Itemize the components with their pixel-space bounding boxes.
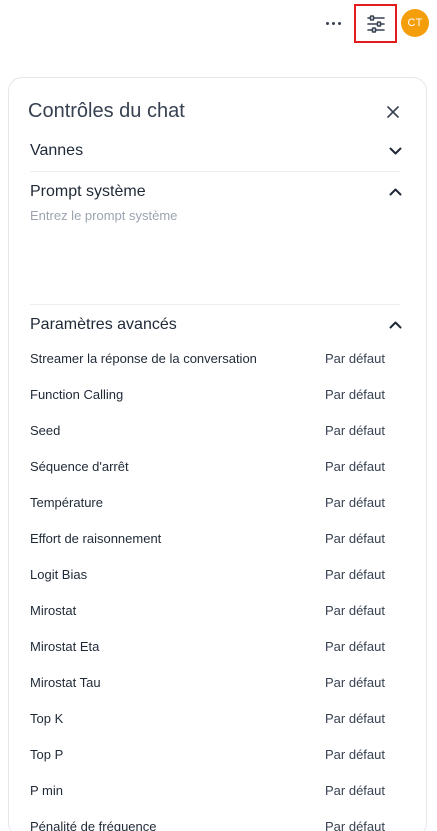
section-advanced-label: Paramètres avancés — [30, 316, 177, 333]
param-row: P min Par défaut — [30, 772, 400, 808]
close-button[interactable] — [383, 102, 403, 122]
sliders-icon — [366, 14, 385, 33]
param-name: Mirostat Tau — [30, 674, 101, 690]
param-value-toggle[interactable]: Par défaut — [325, 603, 385, 618]
param-name: Température — [30, 494, 103, 510]
close-icon — [387, 106, 399, 118]
param-row: Mirostat Tau Par défaut — [30, 664, 400, 700]
section-system-prompt-toggle[interactable]: Prompt système — [30, 180, 402, 204]
chevron-up-icon — [388, 185, 402, 199]
param-row: Mirostat Par défaut — [30, 592, 400, 628]
param-row: Streamer la réponse de la conversation Pa… — [30, 340, 400, 376]
chat-controls-button[interactable] — [354, 4, 397, 43]
user-avatar[interactable]: CT — [401, 9, 429, 37]
divider — [30, 304, 400, 305]
param-row: Effort de raisonnement Par défaut — [30, 520, 400, 556]
chevron-down-icon — [388, 144, 402, 158]
param-row: Température Par défaut — [30, 484, 400, 520]
param-value-toggle[interactable]: Par défaut — [325, 747, 385, 762]
param-name: Top K — [30, 710, 64, 726]
param-value-toggle[interactable]: Par défaut — [325, 531, 385, 546]
param-value-toggle[interactable]: Par défaut — [325, 423, 385, 438]
param-name: Mirostat Eta — [30, 638, 100, 654]
ellipsis-horizontal-icon — [325, 21, 329, 25]
param-row: Mirostat Eta Par défaut — [30, 628, 400, 664]
section-system-prompt-label: Prompt système — [30, 183, 146, 200]
advanced-params-list: Streamer la réponse de la conversation Pa… — [30, 340, 400, 831]
section-vannes-toggle[interactable]: Vannes — [30, 139, 402, 163]
param-name: Seed — [30, 422, 61, 438]
param-name: Séquence d'arrêt — [30, 458, 129, 474]
panel-title: Contrôles du chat — [28, 100, 185, 122]
chevron-up-icon — [388, 318, 402, 332]
param-name: Mirostat — [30, 602, 77, 618]
param-value-toggle[interactable]: Par défaut — [325, 711, 385, 726]
chat-controls-panel: Contrôles du chat Vannes Prompt système … — [8, 77, 427, 831]
param-value-toggle[interactable]: Par défaut — [325, 783, 385, 798]
param-row: Top P Par défaut — [30, 736, 400, 772]
param-name: Function Calling — [30, 386, 124, 402]
param-value-toggle[interactable]: Par défaut — [325, 675, 385, 690]
param-value-toggle[interactable]: Par défaut — [325, 351, 385, 366]
param-name: Logit Bias — [30, 566, 88, 582]
param-row: Seed Par défaut — [30, 412, 400, 448]
more-options-button[interactable] — [322, 12, 344, 34]
section-advanced-toggle[interactable]: Paramètres avancés — [30, 313, 402, 337]
section-vannes-label: Vannes — [30, 142, 84, 159]
param-value-toggle[interactable]: Par défaut — [325, 567, 385, 582]
param-name: P min — [30, 782, 63, 798]
param-name: Streamer la réponse de la conversation — [30, 350, 257, 366]
param-value-toggle[interactable]: Par défaut — [325, 819, 385, 831]
divider — [30, 171, 400, 172]
param-row: Top K Par défaut — [30, 700, 400, 736]
param-value-toggle[interactable]: Par défaut — [325, 459, 385, 474]
param-name: Top P — [30, 746, 64, 762]
param-value-toggle[interactable]: Par défaut — [325, 495, 385, 510]
param-row: Function Calling Par défaut — [30, 376, 400, 412]
param-name: Effort de raisonnement — [30, 530, 162, 546]
param-row: Pénalité de fréquence Par défaut — [30, 808, 400, 831]
top-bar: CT — [0, 0, 437, 46]
param-value-toggle[interactable]: Par défaut — [325, 387, 385, 402]
system-prompt-input[interactable] — [30, 208, 400, 298]
param-row: Logit Bias Par défaut — [30, 556, 400, 592]
param-value-toggle[interactable]: Par défaut — [325, 639, 385, 654]
param-row: Séquence d'arrêt Par défaut — [30, 448, 400, 484]
param-name: Pénalité de fréquence — [30, 818, 157, 831]
